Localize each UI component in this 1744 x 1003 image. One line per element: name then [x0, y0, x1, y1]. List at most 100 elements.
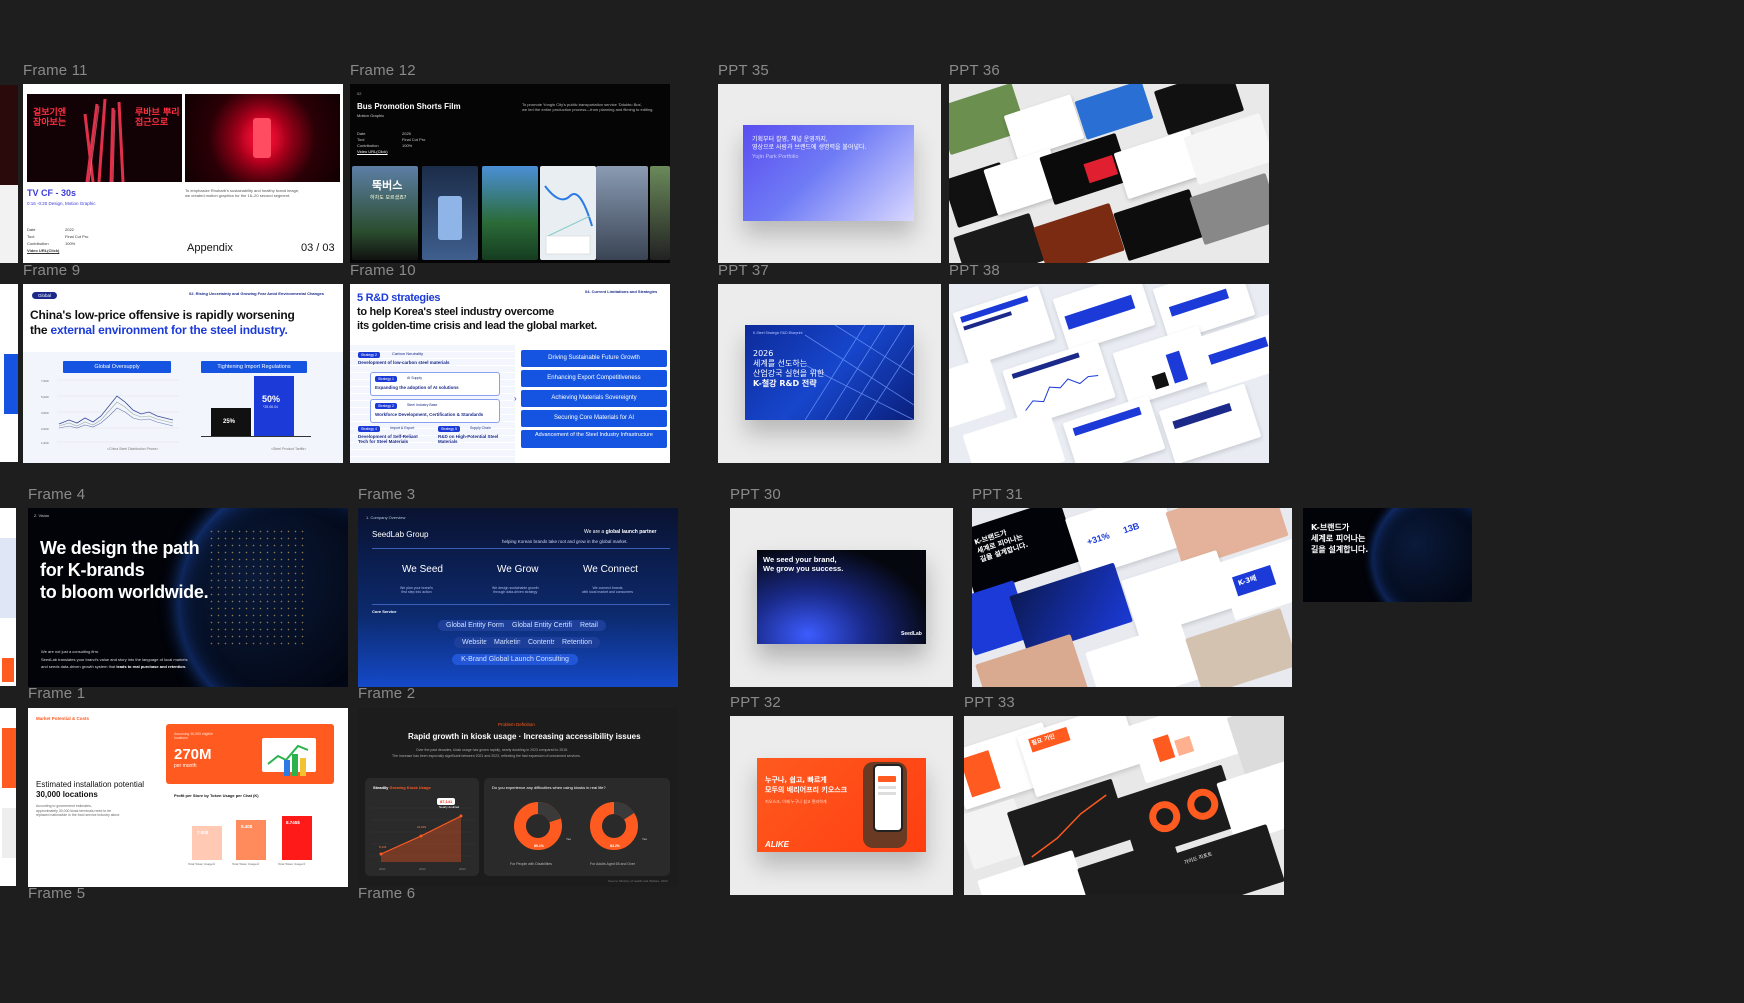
ppt-35[interactable]: 기획부터 촬영, 채널 운영까지, 영상으로 사람과 브랜드에 생명력을 불어넣… [718, 84, 941, 263]
ppt-33[interactable]: 필요 기인 가이드 리포트 [964, 716, 1284, 895]
slide-title: China's low-price offensive is rapidly w… [30, 308, 295, 322]
slide-line: 산업강국 실현을 위한 [753, 369, 825, 378]
legend-yes: Yes [566, 837, 571, 841]
video-link[interactable]: Video URL(Click) [357, 149, 388, 155]
video-link[interactable]: Video URL(Click) [27, 248, 59, 254]
strategy-label: Import & Export [390, 426, 415, 430]
video-thumb[interactable] [540, 166, 596, 260]
appendix-label: Appendix [187, 242, 233, 254]
frame-10[interactable]: 5 R&D strategies to help Korea's steel i… [350, 284, 670, 463]
bar-label: 50% [262, 394, 281, 404]
offscreen-frame[interactable] [0, 508, 16, 686]
stat-value: +31% [1085, 530, 1111, 547]
ppt-30[interactable]: We seed your brand, We grow you success.… [730, 508, 953, 687]
body-text: According to government estimates, appro… [36, 804, 121, 818]
section-tag: Problem Definition [498, 722, 535, 727]
section-title: Market Potential & Costs [36, 716, 90, 721]
hero-line: to bloom worldwide. [40, 582, 209, 602]
service-pill: K-Brand Global Launch Consulting [452, 654, 578, 665]
slide-line: K-철강 R&D 전략 [753, 379, 817, 388]
video-thumb[interactable]: 뚝버스 하차도 모르셨죠? [352, 166, 418, 260]
frame-4[interactable]: 2. Vision We design the path for K-brand… [28, 508, 348, 687]
slide-title: to help Korea's steel industry overcome [357, 306, 554, 318]
frame-label[interactable]: PPT 30 [730, 486, 781, 503]
slide-card: K-Steel Strategic R&D Blueprint 2026 세계를… [745, 325, 914, 420]
bar: 8.745$ [282, 816, 312, 860]
rhubarb-image: 겉보기엔 잡아보는 루바브 뿌리 접근으로 [27, 94, 182, 183]
frame-label[interactable]: PPT 38 [949, 262, 1000, 279]
frame-label[interactable]: PPT 32 [730, 694, 781, 711]
ppt-36[interactable] [949, 84, 1269, 263]
frame-12[interactable]: 02 Bus Promotion Shorts Film Motion Grap… [350, 84, 670, 263]
ppt-31[interactable]: K-브랜드가 세계로 피어나는 길을 설계합니다. +31% 13B K-3배 [972, 508, 1292, 687]
offscreen-frame[interactable] [0, 708, 16, 886]
frame-label[interactable]: Frame 12 [350, 62, 416, 79]
frame-desc: To emphasize Rhubarb's sustainability an… [185, 188, 300, 199]
meta-key: Tool [27, 234, 35, 239]
goal-box: Driving Sustainable Future Growth [521, 350, 667, 367]
pillar-sub: We design sustainable growth through dat… [492, 586, 539, 595]
slide-line: 2026 [753, 349, 774, 358]
x-tick: 2021 [379, 867, 386, 871]
strategy-tag: Strategy 4 [358, 426, 380, 432]
video-thumb[interactable] [482, 166, 538, 260]
frame-label[interactable]: Frame 2 [358, 685, 415, 702]
video-thumb[interactable] [596, 166, 648, 260]
frame-label[interactable]: Frame 10 [350, 262, 416, 279]
frame-label[interactable]: Frame 3 [358, 486, 415, 503]
arrow-right-icon: › [514, 394, 517, 403]
frame-label[interactable]: PPT 35 [718, 62, 769, 79]
slide-title-highlight: external environment for the steel indus… [50, 323, 288, 337]
goal-box: Securing Core Materials for AI [521, 410, 667, 427]
strategy-label: Steel Industry Base [407, 403, 438, 407]
offscreen-frame[interactable] [0, 284, 18, 462]
meta-key: Contribution [357, 143, 379, 148]
frame-1[interactable]: Market Potential & Costs Estimated insta… [28, 708, 348, 887]
frame-label[interactable]: PPT 33 [964, 694, 1015, 711]
frame-label[interactable]: Frame 4 [28, 486, 85, 503]
kr-caption-right: 루바브 뿌리 접근으로 [135, 108, 180, 129]
frame-label[interactable]: PPT 31 [972, 486, 1023, 503]
ppt-37[interactable]: K-Steel Strategic R&D Blueprint 2026 세계를… [718, 284, 941, 463]
strategy-card: Strategy 2 Steel Industry Base Workforce… [370, 399, 500, 423]
thumb-caption: 뚝버스 [372, 179, 403, 192]
frame-label[interactable]: PPT 37 [718, 262, 769, 279]
point-label: 5,131 [379, 845, 387, 849]
frame-label[interactable]: Frame 6 [358, 885, 415, 902]
slide-line: 영상으로 사람과 브랜드에 생명력을 불어넣다. [752, 144, 867, 151]
frame-2[interactable]: Problem Definition Rapid growth in kiosk… [358, 708, 678, 887]
frame-label[interactable]: PPT 36 [949, 62, 1000, 79]
ppt-31-slide[interactable]: K-브랜드가 세계로 피어나는 길을 설계합니다. [1303, 508, 1472, 602]
frame-label[interactable]: Frame 5 [28, 885, 85, 902]
strategy-label: Supply Chain [470, 426, 491, 430]
chart-heading: Global Oversupply [63, 361, 171, 373]
slide-title: Rapid growth in kiosk usage · Increasing… [408, 732, 641, 741]
frame-label[interactable]: Frame 1 [28, 685, 85, 702]
strategy-label: AI Supply [407, 376, 422, 380]
frame-3[interactable]: 1. Company Overview SeedLab Group We are… [358, 508, 678, 687]
strategy-card: Strategy 1 AI Supply Expanding the adopt… [370, 372, 500, 396]
body-text: Over the past decades, kiosk usage has g… [416, 748, 569, 752]
offscreen-frame[interactable] [0, 85, 18, 263]
tagline-bold: global launch partner [605, 529, 657, 535]
frame-subtitle: Motion Graphic [357, 113, 385, 118]
donut-value: 84.2% [610, 844, 620, 848]
body-text: SeedLab translates your brand's value an… [41, 657, 188, 662]
frame-label[interactable]: Frame 9 [23, 262, 80, 279]
frame-label[interactable]: Frame 11 [23, 62, 88, 79]
video-thumb[interactable] [422, 166, 478, 260]
strategy-text: Expanding the adoption of AI solutions [375, 385, 459, 390]
frame-9[interactable]: Global 02. Rising Uncertainty and Growin… [23, 284, 343, 463]
pillar-title: We Seed [402, 564, 443, 575]
ppt-32[interactable]: 누구나, 쉽고, 빠르게 모두의 배리어프리 키오스크 키오스크, 이제 누구나… [730, 716, 953, 895]
body-text-bold: leads to real purchase and retention. [116, 664, 187, 669]
headline: 30,000 locations [36, 790, 98, 799]
slide-line: Yujin Park Portfolio [752, 154, 799, 160]
frame-11[interactable]: 겉보기엔 잡아보는 루바브 뿌리 접근으로 TV CF - 30s 0:16 -… [23, 84, 343, 263]
hero-line: for K-brands [40, 560, 145, 580]
pillar-sub: We plan your brand's first step into act… [400, 586, 433, 595]
source-note: Source: Ministry of Health and Welfare, … [608, 879, 668, 883]
video-thumb[interactable] [650, 166, 670, 260]
frame-desc: To promote Yongin City's public transpor… [522, 102, 654, 113]
ppt-38[interactable] [949, 284, 1269, 463]
